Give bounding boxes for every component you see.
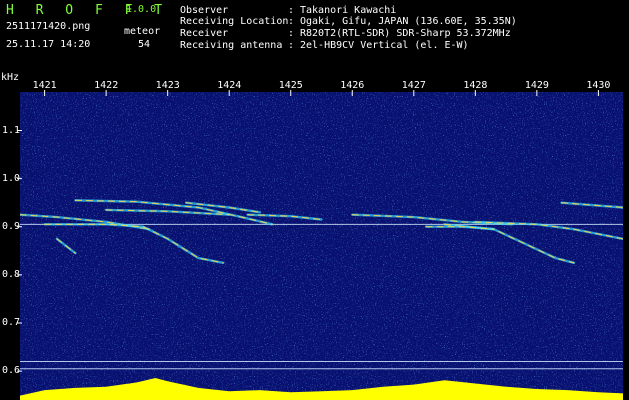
y-tick-label: 1.0 <box>2 172 21 184</box>
x-tick-label: 1427 <box>401 80 426 91</box>
receiver-separator: : <box>288 28 295 39</box>
x-tick-label: 1430 <box>586 80 611 91</box>
meteor-count: 54 <box>138 39 151 50</box>
x-tick-label: 1424 <box>217 80 242 91</box>
timestamp: 25.11.17 14:20 <box>6 39 91 50</box>
location-value: Ogaki, Gifu, JAPAN (136.60E, 35.35N) <box>300 16 517 27</box>
y-tick-label: 1.1 <box>2 124 21 136</box>
x-tick-label: 1423 <box>155 80 180 91</box>
antenna-separator: : <box>288 40 295 51</box>
receiver-value: R820T2(RTL-SDR) SDR-Sharp 53.372MHz <box>300 28 511 39</box>
receiver-label: Receiver <box>180 28 229 39</box>
noise-texture <box>20 92 623 400</box>
y-tick-label: 0.6 <box>2 365 21 377</box>
x-tick-label: 1429 <box>524 80 549 91</box>
antenna-label: Receiving antenna <box>180 40 283 51</box>
observer-separator: : <box>288 5 295 16</box>
x-tick-label: 1425 <box>278 80 303 91</box>
y-tick-label: 0.8 <box>2 268 21 280</box>
x-tick-label: 1426 <box>340 80 365 91</box>
spectrogram-svg <box>20 92 623 400</box>
observer-label: Observer <box>180 5 229 16</box>
app-version: 1.0.0 <box>126 4 157 15</box>
x-tick-label: 1421 <box>32 80 57 91</box>
meteor-label: meteor <box>124 26 161 37</box>
file-name: 2511171420.png <box>6 21 91 32</box>
x-tick-label: 1422 <box>94 80 119 91</box>
y-tick-label: 0.9 <box>2 220 21 232</box>
antenna-value: 2el-HB9CV Vertical (el. E-W) <box>300 40 469 51</box>
spectrogram-plot <box>20 92 623 400</box>
location-label: Receiving Location <box>180 16 289 27</box>
observer-value: Takanori Kawachi <box>300 5 397 16</box>
location-separator: : <box>288 16 295 27</box>
x-tick-label: 1428 <box>463 80 488 91</box>
y-axis-unit-label: kHz <box>1 72 20 83</box>
y-tick-label: 0.7 <box>2 317 21 328</box>
spectrogram-window: H R O F F T 1.0.0 2511171420.png meteor … <box>0 0 629 400</box>
